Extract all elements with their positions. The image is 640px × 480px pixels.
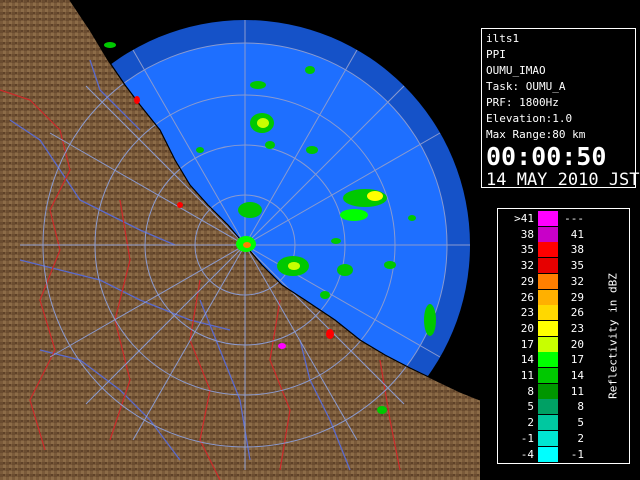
legend-lower-bound: 5 bbox=[527, 400, 534, 414]
legend-color-swatch bbox=[538, 430, 558, 446]
legend-color-swatch bbox=[538, 305, 558, 321]
legend-upper-bound: 11 bbox=[570, 384, 584, 398]
legend-lower-bound: 8 bbox=[527, 384, 534, 398]
radar-id: ilts1 bbox=[486, 32, 520, 45]
legend-upper-bound: 41 bbox=[570, 227, 584, 241]
legend-upper-bound: 17 bbox=[570, 353, 584, 367]
legend-upper-bound: 35 bbox=[570, 259, 584, 273]
legend-lower-bound: 23 bbox=[520, 306, 534, 320]
scan-type: PPI bbox=[486, 48, 506, 61]
legend-upper-bound: 2 bbox=[577, 431, 584, 445]
reflectivity-legend: >41 --- 38 41 35 38 32 35 29 32 26 29 23 26 20 23 17 20 14… bbox=[497, 208, 630, 464]
legend-color-swatch bbox=[538, 383, 558, 399]
legend-lower-bound: 17 bbox=[520, 337, 534, 351]
legend-lower-bound: 2 bbox=[527, 416, 534, 430]
legend-color-swatch bbox=[538, 415, 558, 431]
scan-time: 00:00:50 bbox=[486, 142, 607, 171]
legend-color-swatch bbox=[538, 446, 558, 462]
legend-color-swatch bbox=[538, 320, 558, 336]
legend-lower-bound: 32 bbox=[520, 259, 534, 273]
legend-color-swatch bbox=[538, 352, 558, 368]
legend-lower-bound: 26 bbox=[520, 290, 534, 304]
scan-date: 14 MAY 2010 JST bbox=[486, 170, 640, 190]
legend-lower-bound: 14 bbox=[520, 353, 534, 367]
legend-unit-label: Reflectivity in dBZ bbox=[606, 273, 620, 399]
elevation-value: Elevation:1.0 bbox=[486, 112, 573, 125]
legend-color-swatch bbox=[538, 226, 558, 242]
legend-upper-bound: 32 bbox=[570, 274, 584, 288]
legend-color-swatch bbox=[538, 336, 558, 352]
legend-lower-bound: 11 bbox=[520, 369, 534, 382]
site-name: OUMU_IMAO bbox=[486, 64, 546, 77]
legend-color-swatch bbox=[538, 399, 558, 415]
legend-upper-bound: --- bbox=[564, 212, 584, 225]
legend-lower-bound: 29 bbox=[520, 274, 534, 288]
legend-upper-bound: 26 bbox=[570, 306, 584, 320]
legend-lower-bound: 20 bbox=[520, 321, 534, 335]
legend-upper-bound: 23 bbox=[570, 321, 584, 335]
radar-ppi-display bbox=[0, 0, 480, 480]
legend-upper-bound: 14 bbox=[570, 369, 584, 382]
legend-upper-bound: 5 bbox=[577, 416, 584, 430]
legend-color-swatch bbox=[538, 368, 558, 383]
legend-upper-bound: 8 bbox=[577, 400, 584, 414]
prf-value: PRF: 1800Hz bbox=[486, 96, 559, 109]
legend-lower-bound: 35 bbox=[520, 243, 534, 257]
legend-color-swatch bbox=[538, 273, 558, 289]
legend-lower-bound: -1 bbox=[520, 431, 534, 445]
legend-upper-bound: 29 bbox=[570, 290, 584, 304]
legend-upper-bound: 20 bbox=[570, 337, 584, 351]
legend-color-swatch bbox=[538, 211, 558, 226]
legend-lower-bound: 38 bbox=[520, 227, 534, 241]
legend-color-swatch bbox=[538, 258, 558, 274]
legend-upper-bound: 38 bbox=[570, 243, 584, 257]
legend-upper-bound: -1 bbox=[570, 447, 584, 461]
legend-color-swatch bbox=[538, 242, 558, 258]
task-name: Task: OUMU_A bbox=[486, 80, 566, 93]
legend-lower-bound: -4 bbox=[520, 447, 534, 461]
legend-lower-bound: >41 bbox=[514, 212, 534, 225]
max-range-value: Max Range:80 km bbox=[486, 128, 586, 141]
radar-info-panel: ilts1 PPI OUMU_IMAO Task: OUMU_A PRF: 18… bbox=[481, 28, 640, 190]
legend-color-swatch bbox=[538, 289, 558, 305]
